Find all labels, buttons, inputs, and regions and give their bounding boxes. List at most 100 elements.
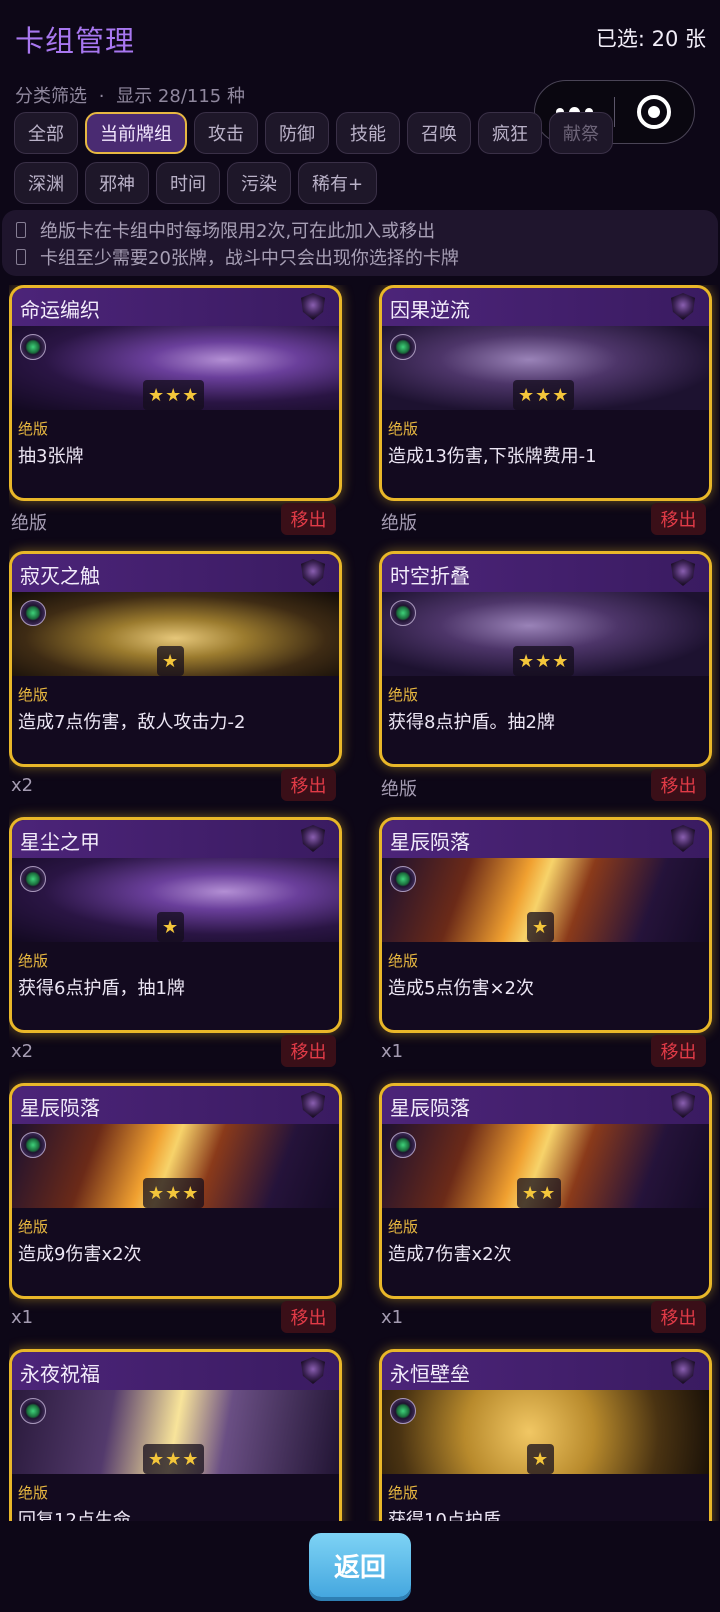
card-header: 时空折叠 [382, 554, 709, 592]
card-slot: 永恒壁垒 ★ 绝版 获得10点护盾 [379, 1349, 712, 1525]
card-name: 星辰陨落 [20, 1096, 100, 1120]
card-name: 命运编织 [20, 298, 100, 322]
shield-icon [671, 1091, 695, 1118]
card[interactable]: 星辰陨落 ★★★ 绝版 造成9伤害x2次 [9, 1083, 342, 1299]
tag-row-2: 深渊 邪神 时间 污染 稀有+ [14, 162, 714, 204]
card[interactable]: 因果逆流 ★★★ 绝版 造成13伤害,下张牌费用-1 [379, 285, 712, 501]
notice-panel: 绝版卡在卡组中时每场限用2次,可在此加入或移出 卡组至少需要20张牌，战斗中只会… [2, 210, 718, 276]
card-header: 永夜祝福 [12, 1352, 339, 1390]
element-icon [390, 866, 416, 892]
remove-button[interactable]: 移出 [281, 1301, 336, 1333]
card-rarity: 绝版 [388, 420, 419, 438]
card-rarity: 绝版 [388, 686, 419, 704]
card-stars: ★★ [517, 1178, 562, 1208]
card-header: 星尘之甲 [12, 820, 339, 858]
shield-icon [301, 293, 325, 320]
card-header: 星辰陨落 [382, 1086, 709, 1124]
tag-time[interactable]: 时间 [156, 162, 220, 204]
card[interactable]: 寂灭之触 ★ 绝版 造成7点伤害，敌人攻击力-2 [9, 551, 342, 767]
remove-button[interactable]: 移出 [651, 503, 706, 535]
element-icon [20, 866, 46, 892]
shield-icon [671, 293, 695, 320]
card-stars: ★ [157, 912, 185, 942]
card-header: 命运编织 [12, 288, 339, 326]
card-rarity: 绝版 [388, 1218, 419, 1236]
shield-icon [301, 1091, 325, 1118]
card[interactable]: 时空折叠 ★★★ 绝版 获得8点护盾。抽2牌 [379, 551, 712, 767]
shield-icon [671, 1357, 695, 1384]
card-stars: ★★★ [513, 646, 575, 676]
tag-rare-plus[interactable]: 稀有+ [298, 162, 378, 204]
card-stars: ★★★ [513, 380, 575, 410]
element-icon [390, 1132, 416, 1158]
card-count: x1 [381, 1307, 404, 1328]
info-icon [16, 248, 26, 265]
remove-button[interactable]: 移出 [651, 1301, 706, 1333]
element-icon [390, 600, 416, 626]
card-desc: 造成9伤害x2次 [18, 1244, 142, 1265]
card-count: x1 [11, 1307, 34, 1328]
remove-button[interactable]: 移出 [281, 503, 336, 535]
remove-button[interactable]: 移出 [281, 769, 336, 801]
shield-icon [671, 825, 695, 852]
tag-pollution[interactable]: 污染 [227, 162, 291, 204]
card-desc: 造成7点伤害，敌人攻击力-2 [18, 712, 246, 733]
tag-skill[interactable]: 技能 [336, 112, 400, 154]
card[interactable]: 永恒壁垒 ★ 绝版 获得10点护盾 [379, 1349, 712, 1525]
card-rarity: 绝版 [18, 1484, 49, 1502]
card-name: 星辰陨落 [390, 1096, 470, 1120]
card-stars: ★★★ [143, 1178, 205, 1208]
card-desc: 抽3张牌 [18, 446, 84, 467]
tag-sacrifice[interactable]: 献祭 [549, 112, 613, 154]
card-rarity: 绝版 [18, 1218, 49, 1236]
remove-button[interactable]: 移出 [281, 1035, 336, 1067]
tag-all[interactable]: 全部 [14, 112, 78, 154]
tag-abyss[interactable]: 深渊 [14, 162, 78, 204]
card-header: 星辰陨落 [12, 1086, 339, 1124]
shield-icon [301, 1357, 325, 1384]
card-stars: ★ [527, 1444, 555, 1474]
filter-info: 分类筛选 · 显示 28/115 种 [15, 82, 245, 108]
filter-label: 分类筛选 [15, 86, 87, 107]
card[interactable]: 星辰陨落 ★ 绝版 造成5点伤害×2次 [379, 817, 712, 1033]
card-header: 寂灭之触 [12, 554, 339, 592]
card-grid: 命运编织 ★★★ 绝版 抽3张牌 绝版 移出 因果逆流 ★★★ 绝版 造成13伤… [9, 285, 719, 1525]
card-name: 时空折叠 [390, 564, 470, 588]
info-icon [16, 221, 26, 238]
tag-madness[interactable]: 疯狂 [478, 112, 542, 154]
card-rarity: 绝版 [18, 686, 49, 704]
tag-defense[interactable]: 防御 [265, 112, 329, 154]
tag-summon[interactable]: 召唤 [407, 112, 471, 154]
card-name: 寂灭之触 [20, 564, 100, 588]
remove-button[interactable]: 移出 [651, 1035, 706, 1067]
shield-icon [301, 559, 325, 586]
card-desc: 获得8点护盾。抽2牌 [388, 712, 555, 733]
card-stars: ★ [157, 646, 185, 676]
card[interactable]: 命运编织 ★★★ 绝版 抽3张牌 [9, 285, 342, 501]
tag-evil-god[interactable]: 邪神 [85, 162, 149, 204]
selected-count: 已选: 20 张 [595, 27, 706, 51]
card-slot: 命运编织 ★★★ 绝版 抽3张牌 绝版 移出 [9, 285, 342, 549]
tag-current-deck[interactable]: 当前牌组 [85, 112, 187, 154]
card[interactable]: 星辰陨落 ★★ 绝版 造成7伤害x2次 [379, 1083, 712, 1299]
card[interactable]: 永夜祝福 ★★★ 绝版 回复12点生命 [9, 1349, 342, 1525]
header-bar: 卡组管理 已选: 20 张 [0, 0, 720, 76]
tag-attack[interactable]: 攻击 [194, 112, 258, 154]
card-rarity: 绝版 [388, 952, 419, 970]
card-desc: 造成7伤害x2次 [388, 1244, 512, 1265]
card[interactable]: 星尘之甲 ★ 绝版 获得6点护盾，抽1牌 [9, 817, 342, 1033]
element-icon [20, 1398, 46, 1424]
card-stars: ★ [527, 912, 555, 942]
page-title: 卡组管理 [15, 24, 136, 58]
tag-row-1: 全部 当前牌组 攻击 防御 技能 召唤 疯狂 献祭 [14, 112, 714, 154]
card-slot: 星尘之甲 ★ 绝版 获得6点护盾，抽1牌 x2 移出 [9, 817, 342, 1081]
card-name: 因果逆流 [390, 298, 470, 322]
filter-count: 显示 28/115 种 [116, 86, 245, 107]
card-count: 绝版 [381, 513, 417, 534]
card-stars: ★★★ [143, 380, 205, 410]
card-desc: 造成5点伤害×2次 [388, 978, 534, 999]
remove-button[interactable]: 移出 [651, 769, 706, 801]
element-icon [390, 334, 416, 360]
back-button[interactable]: 返回 [309, 1533, 411, 1597]
card-count: x2 [11, 775, 34, 796]
